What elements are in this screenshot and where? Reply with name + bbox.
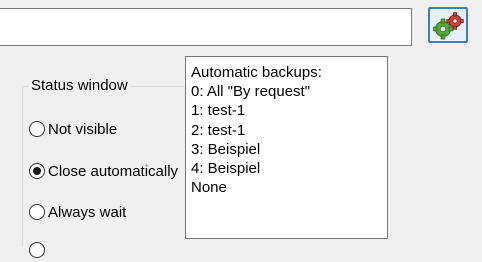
radio-close-automatically[interactable]: Close automatically — [29, 159, 178, 183]
radio-circle[interactable] — [29, 242, 45, 258]
radio-next-option[interactable] — [29, 238, 48, 262]
tooltip-line: 0: All "By request" — [191, 83, 311, 101]
radio-circle[interactable] — [29, 163, 45, 179]
status-window-legend: Status window — [29, 76, 130, 96]
tooltip-line: 2: test-1 — [191, 121, 246, 139]
path-input[interactable] — [0, 8, 412, 46]
tooltip-line: 4: Beispiel — [191, 159, 261, 177]
tooltip-line: 3: Beispiel — [191, 140, 261, 158]
backups-tooltip: Automatic backups: 0: All "By request" 1… — [185, 56, 388, 239]
gears-icon — [433, 12, 464, 40]
radio-circle[interactable] — [29, 121, 45, 137]
tooltip-line: 1: test-1 — [191, 102, 246, 120]
tooltip-line: Automatic backups: — [191, 64, 322, 81]
radio-always-wait[interactable]: Always wait — [29, 200, 126, 224]
status-window-group-left-line — [22, 86, 23, 247]
radio-circle[interactable] — [29, 204, 45, 220]
radio-label: Always wait — [48, 203, 127, 221]
settings-button[interactable] — [428, 7, 468, 43]
radio-label: Close automatically — [48, 162, 179, 180]
radio-label: Not visible — [48, 120, 118, 138]
radio-not-visible[interactable]: Not visible — [29, 117, 117, 141]
tooltip-line: None — [191, 179, 227, 197]
